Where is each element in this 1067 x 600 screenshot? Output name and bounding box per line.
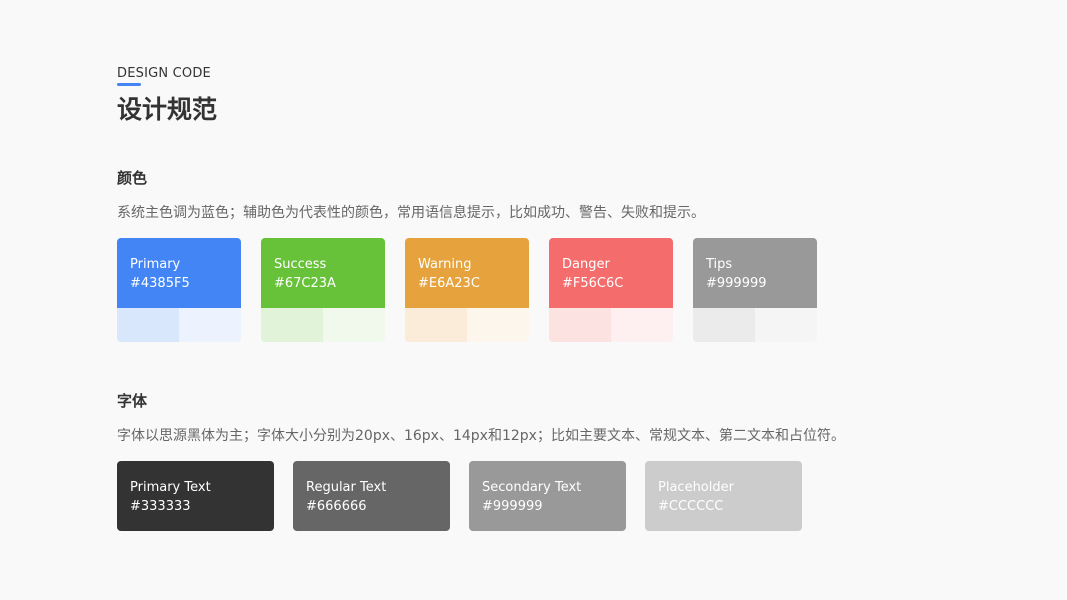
color-shades (261, 308, 385, 342)
colors-section-description: 系统主色调为蓝色；辅助色为代表性的颜色，常用语信息提示，比如成功、警告、失败和提… (117, 205, 705, 221)
colors-section-title: 颜色 (117, 169, 148, 187)
color-shade-lighter (467, 308, 529, 342)
color-shades (405, 308, 529, 342)
color-card-danger: Danger #F56C6C (549, 238, 673, 342)
text-name: Secondary Text (482, 480, 582, 495)
color-name: Danger (562, 257, 610, 272)
eyebrow-accent-bar (117, 83, 141, 86)
eyebrow-label: DESIGN CODE (117, 66, 211, 81)
text-name: Primary Text (130, 480, 211, 495)
color-swatch-row: Primary #4385F5 Success #67C23A Warning … (117, 238, 817, 342)
color-main: Tips #999999 (693, 238, 817, 308)
text-name: Regular Text (306, 480, 387, 495)
color-main: Success #67C23A (261, 238, 385, 308)
color-name: Primary (130, 257, 181, 272)
color-card-primary: Primary #4385F5 (117, 238, 241, 342)
color-shade-light (117, 308, 179, 342)
text-name: Placeholder (658, 480, 734, 495)
color-shade-light (549, 308, 611, 342)
color-main: Primary #4385F5 (117, 238, 241, 308)
text-hex: #CCCCCC (658, 499, 724, 514)
color-hex: #67C23A (274, 276, 336, 291)
page-title: 设计规范 (117, 95, 218, 124)
text-hex: #999999 (482, 499, 543, 514)
color-shade-light (261, 308, 323, 342)
text-card-placeholder: Placeholder #CCCCCC (645, 461, 802, 531)
fonts-section-description: 字体以思源黑体为主；字体大小分别为20px、16px、14px和12px；比如主… (117, 428, 845, 444)
color-hex: #4385F5 (130, 276, 190, 291)
color-shade-light (693, 308, 755, 342)
color-hex: #E6A23C (418, 276, 480, 291)
text-card-regular: Regular Text #666666 (293, 461, 450, 531)
color-shade-lighter (179, 308, 241, 342)
color-shade-lighter (323, 308, 385, 342)
color-name: Success (274, 257, 327, 272)
color-card-warning: Warning #E6A23C (405, 238, 529, 342)
color-name: Tips (706, 257, 733, 272)
text-card-primary: Primary Text #333333 (117, 461, 274, 531)
color-main: Danger #F56C6C (549, 238, 673, 308)
text-color-row: Primary Text #333333 Regular Text #66666… (117, 461, 802, 531)
color-shade-light (405, 308, 467, 342)
color-name: Warning (418, 257, 472, 272)
color-shade-lighter (611, 308, 673, 342)
fonts-section-title: 字体 (117, 392, 148, 410)
color-card-tips: Tips #999999 (693, 238, 817, 342)
color-hex: #999999 (706, 276, 767, 291)
text-hex: #666666 (306, 499, 367, 514)
color-shades (549, 308, 673, 342)
text-card-secondary: Secondary Text #999999 (469, 461, 626, 531)
color-card-success: Success #67C23A (261, 238, 385, 342)
text-hex: #333333 (130, 499, 191, 514)
color-hex: #F56C6C (562, 276, 624, 291)
color-shade-lighter (755, 308, 817, 342)
color-main: Warning #E6A23C (405, 238, 529, 308)
color-shades (693, 308, 817, 342)
color-shades (117, 308, 241, 342)
design-code-page: DESIGN CODE 设计规范 颜色 系统主色调为蓝色；辅助色为代表性的颜色，… (117, 0, 1067, 600)
